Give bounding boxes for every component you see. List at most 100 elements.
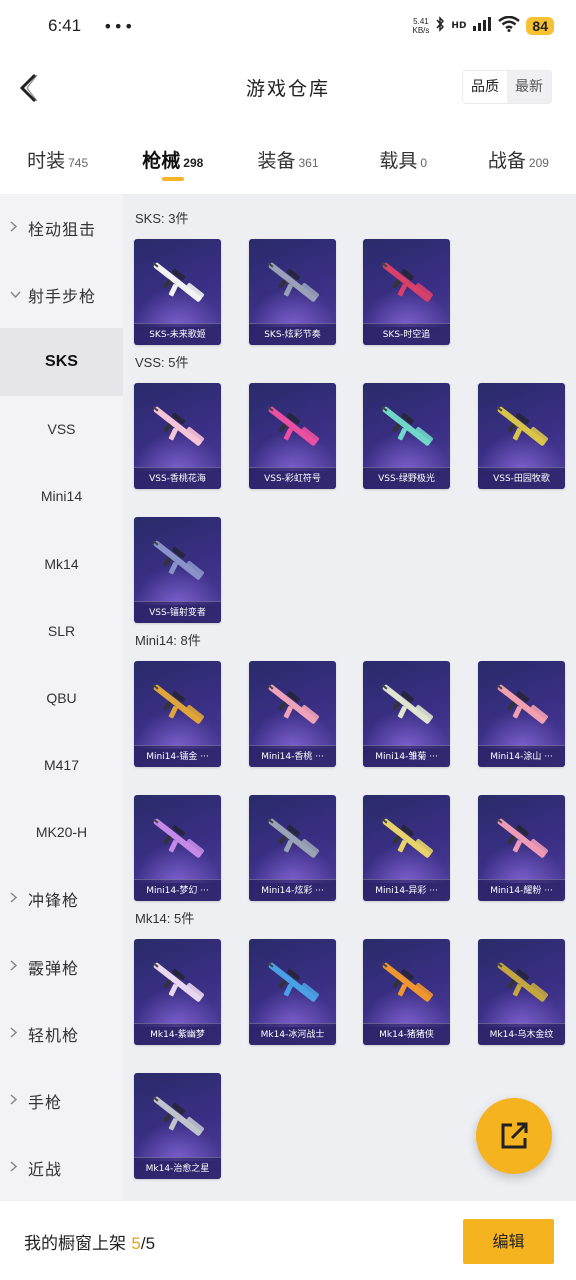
weapon-skin-card[interactable]: Mini14-雏菊 ··· <box>363 661 450 767</box>
sidebar-item[interactable]: VSS <box>0 396 123 463</box>
sidebar-item-label: SLR <box>47 622 76 639</box>
tab-2[interactable]: 装备 361 <box>230 136 345 186</box>
weapon-skin-card[interactable]: VSS-彩虹符号 <box>249 383 336 489</box>
wifi-icon <box>498 15 521 36</box>
chevron-right-icon <box>10 221 28 235</box>
weapon-image <box>146 525 208 597</box>
weapon-skin-card[interactable]: SKS-时空追 <box>363 239 450 345</box>
weapon-skin-card[interactable]: Mini14-镭金 ··· <box>134 661 221 767</box>
weapon-skin-name: VSS-香桃花海 <box>134 467 221 489</box>
weapon-image <box>146 391 208 463</box>
bluetooth-icon <box>435 16 445 36</box>
weapon-skin-name: Mini14-梦幻 ··· <box>134 879 221 901</box>
tab-label: 时装 <box>27 150 66 172</box>
sidebar-item[interactable]: M417 <box>0 732 123 799</box>
weapon-skin-name: SKS-炫彩节奏 <box>249 323 336 345</box>
tab-active-indicator <box>161 177 184 181</box>
weapon-skin-name: VSS-镭射变者 <box>134 601 221 623</box>
weapon-image <box>490 803 552 875</box>
sidebar-item[interactable]: 射手步枪 <box>0 261 123 328</box>
group-title: Mini14: 8件 <box>135 633 201 648</box>
weapon-skin-card[interactable]: Mk14-紫幽梦 <box>134 939 221 1045</box>
weapon-image <box>146 669 208 741</box>
sidebar-item[interactable]: 近战 <box>0 1135 123 1202</box>
weapon-skin-card[interactable]: VSS-镭射变者 <box>134 517 221 623</box>
sidebar-item[interactable]: 霰弹枪 <box>0 933 123 1000</box>
weapon-skin-card[interactable]: Mk14-乌木金纹 <box>478 939 565 1045</box>
group-title: Mk14: 5件 <box>135 911 195 926</box>
weapon-skin-card[interactable]: SKS-未来歌姬 <box>134 239 221 345</box>
hd-icon: HD <box>451 21 467 31</box>
weapon-skin-name: Mk14-冰河战士 <box>249 1023 336 1045</box>
bottom-bar: 我的橱窗上架 5/5 编辑 <box>0 1200 576 1280</box>
sidebar-item-label: Mini14 <box>40 488 83 505</box>
weapon-skin-name: VSS-绿野极光 <box>363 467 450 489</box>
sort-toggle: 品质 最新 <box>462 70 552 104</box>
sidebar-item-label: QBU <box>46 689 77 706</box>
weapon-image <box>375 247 437 319</box>
tab-0[interactable]: 时装 745 <box>0 136 115 186</box>
sidebar-item[interactable]: 栓动狙击 <box>0 194 123 261</box>
chevron-right-icon <box>10 1027 28 1041</box>
weapon-skin-name: Mini14-炫彩 ··· <box>249 879 336 901</box>
group-title: SKS: 3件 <box>135 211 189 226</box>
weapon-skin-card[interactable]: VSS-田园牧歌 <box>478 383 565 489</box>
weapon-image <box>490 391 552 463</box>
tab-1[interactable]: 枪械 298 <box>115 136 230 186</box>
category-tabs: 时装 745 枪械 298 装备 361 载具 0 战备 209 <box>0 136 576 186</box>
weapon-image <box>490 947 552 1019</box>
sidebar-item-label: VSS <box>47 421 76 438</box>
sidebar-item-label: SKS <box>45 352 78 370</box>
sort-newest-button[interactable]: 最新 <box>507 71 551 103</box>
weapon-skin-card[interactable]: Mk14-猪猪侠 <box>363 939 450 1045</box>
weapon-skin-name: Mini14-镭金 ··· <box>134 745 221 767</box>
share-button[interactable] <box>476 1098 552 1174</box>
network-speed: 5.41 KB/s <box>412 17 430 35</box>
weapon-skin-name: Mini14-耀粉 ··· <box>478 879 565 901</box>
weapon-skin-card[interactable]: Mini14-耀粉 ··· <box>478 795 565 901</box>
sidebar-item[interactable]: 轻机枪 <box>0 1000 123 1067</box>
weapon-skin-card[interactable]: Mini14-香桃 ··· <box>249 661 336 767</box>
weapon-skin-card[interactable]: VSS-香桃花海 <box>134 383 221 489</box>
showcase-current-count: 5 <box>131 1234 141 1253</box>
weapon-skin-card[interactable]: Mk14-冰河战士 <box>249 939 336 1045</box>
sidebar-item[interactable]: 冲锋枪 <box>0 866 123 933</box>
tab-label: 战备 <box>487 150 526 172</box>
tab-3[interactable]: 载具 0 <box>346 136 461 186</box>
weapon-skin-card[interactable]: Mini14-梦幻 ··· <box>134 795 221 901</box>
weapon-image <box>375 391 437 463</box>
chevron-right-icon <box>10 1161 28 1175</box>
sort-quality-button[interactable]: 品质 <box>463 71 507 103</box>
weapon-image <box>261 803 323 875</box>
status-time: 6:41 <box>48 16 82 35</box>
tab-4[interactable]: 战备 209 <box>461 136 576 186</box>
weapon-skin-card[interactable]: Mini14-炫彩 ··· <box>249 795 336 901</box>
sidebar-item[interactable]: Mk14 <box>0 530 123 597</box>
weapon-image <box>146 947 208 1019</box>
weapon-skin-card[interactable]: SKS-炫彩节奏 <box>249 239 336 345</box>
tab-label: 载具 <box>379 150 418 172</box>
weapon-image <box>261 669 323 741</box>
sidebar-item[interactable]: SKS <box>0 328 123 396</box>
weapon-skin-card[interactable]: Mini14-涂山 ··· <box>478 661 565 767</box>
weapon-skin-card[interactable]: Mini14-异彩 ··· <box>363 795 450 901</box>
sidebar-item[interactable]: MK20-H <box>0 799 123 866</box>
weapon-skin-card[interactable]: VSS-绿野极光 <box>363 383 450 489</box>
sidebar-item[interactable]: QBU <box>0 664 123 731</box>
sidebar-item-label: 冲锋枪 <box>28 891 80 911</box>
weapon-skin-name: Mk14-治愈之星 <box>134 1157 221 1179</box>
edit-button[interactable]: 编辑 <box>463 1219 554 1264</box>
share-external-icon <box>501 1122 528 1149</box>
weapon-skin-name: SKS-未来歌姬 <box>134 323 221 345</box>
sidebar-item[interactable]: 手枪 <box>0 1067 123 1134</box>
sidebar-item[interactable]: SLR <box>0 597 123 664</box>
status-bar: 6:41 ••• 5.41 KB/s HD 84 <box>0 0 576 52</box>
weapon-skin-card[interactable]: Mk14-治愈之星 <box>134 1073 221 1179</box>
header: 游戏仓库 品质 最新 <box>0 60 576 116</box>
sidebar-item[interactable]: Mini14 <box>0 463 123 530</box>
sidebar-item-label: 射手步枪 <box>28 286 97 306</box>
weapon-image <box>261 947 323 1019</box>
sidebar-item-label: 轻机枪 <box>28 1025 80 1045</box>
sidebar-item-label: 手枪 <box>28 1093 63 1113</box>
tab-count: 745 <box>68 156 89 170</box>
